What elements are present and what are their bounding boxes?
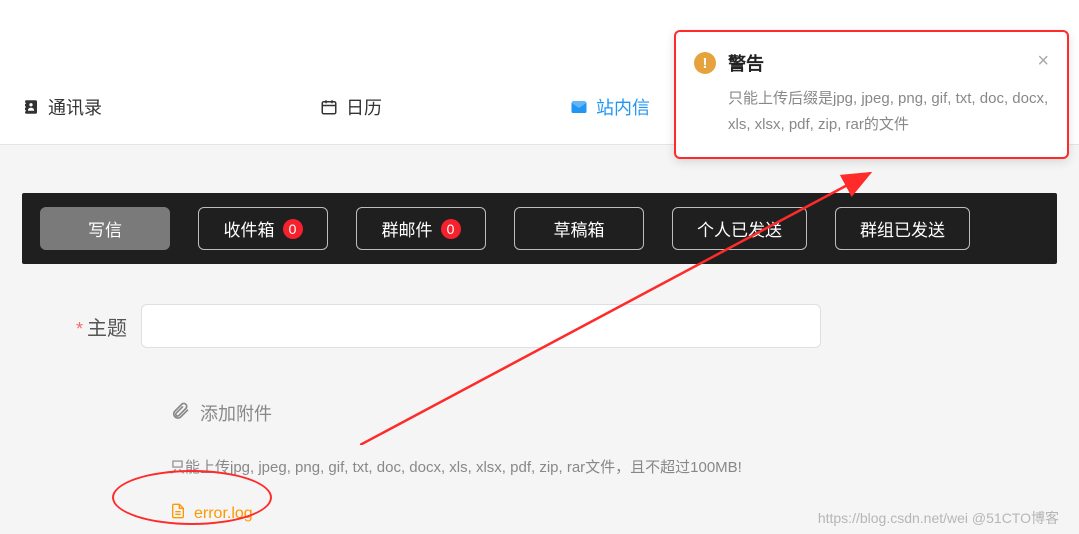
tab-drafts-label: 草稿箱 xyxy=(554,216,605,241)
paperclip-icon xyxy=(170,401,190,426)
toast-body: 只能上传后缀是jpg, jpeg, png, gif, txt, doc, do… xyxy=(728,86,1049,137)
tab-group-sent[interactable]: 群组已发送 xyxy=(835,207,970,250)
tab-drafts[interactable]: 草稿箱 xyxy=(514,207,644,250)
form-area: *主题 添加附件 只能上传jpg, jpeg, png, gif, txt, d… xyxy=(22,264,1057,524)
toast-header: ! 警告 × xyxy=(694,50,1049,76)
tab-inbox[interactable]: 收件箱 0 xyxy=(198,207,328,250)
tab-personal-sent-label: 个人已发送 xyxy=(697,216,782,241)
tab-inbox-label: 收件箱 xyxy=(224,216,275,241)
contacts-icon xyxy=(22,98,40,116)
tab-bar: 写信 收件箱 0 群邮件 0 草稿箱 个人已发送 群组已发送 xyxy=(22,193,1057,264)
nav-site-msg-label: 站内信 xyxy=(596,94,650,120)
tab-compose[interactable]: 写信 xyxy=(40,207,170,250)
tab-compose-label: 写信 xyxy=(88,216,122,241)
nav-calendar[interactable]: 日历 xyxy=(320,94,382,120)
inbox-badge: 0 xyxy=(283,219,303,239)
tab-group-mail[interactable]: 群邮件 0 xyxy=(356,207,486,250)
subject-row: *主题 xyxy=(76,304,1037,348)
subject-label: *主题 xyxy=(76,312,127,341)
attach-label: 添加附件 xyxy=(200,400,272,426)
watermark: https://blog.csdn.net/wei @51CTO博客 xyxy=(818,508,1059,528)
add-attachment-button[interactable]: 添加附件 xyxy=(170,400,272,426)
calendar-icon xyxy=(320,98,338,116)
warning-toast: ! 警告 × 只能上传后缀是jpg, jpeg, png, gif, txt, … xyxy=(674,30,1069,159)
tab-group-sent-label: 群组已发送 xyxy=(860,216,945,241)
toast-title: 警告 xyxy=(728,50,764,76)
content-area: 写信 收件箱 0 群邮件 0 草稿箱 个人已发送 群组已发送 *主题 xyxy=(0,145,1079,524)
upload-hint: 只能上传jpg, jpeg, png, gif, txt, doc, docx,… xyxy=(170,456,1037,477)
mail-icon xyxy=(570,98,588,116)
nav-contacts-label: 通讯录 xyxy=(48,94,102,120)
file-name: error.log xyxy=(194,505,253,523)
tab-group-mail-label: 群邮件 xyxy=(382,216,433,241)
nav-calendar-label: 日历 xyxy=(346,94,382,120)
subject-input[interactable] xyxy=(141,304,821,348)
nav-site-msg[interactable]: 站内信 xyxy=(570,94,650,120)
close-icon[interactable]: × xyxy=(1037,50,1049,73)
required-star: * xyxy=(76,319,83,339)
tab-personal-sent[interactable]: 个人已发送 xyxy=(672,207,807,250)
group-mail-badge: 0 xyxy=(441,219,461,239)
file-item[interactable]: error.log xyxy=(170,503,253,524)
warning-icon: ! xyxy=(694,52,716,74)
document-icon xyxy=(170,503,186,524)
nav-contacts[interactable]: 通讯录 xyxy=(22,94,102,120)
attach-section: 添加附件 只能上传jpg, jpeg, png, gif, txt, doc, … xyxy=(170,400,1037,524)
